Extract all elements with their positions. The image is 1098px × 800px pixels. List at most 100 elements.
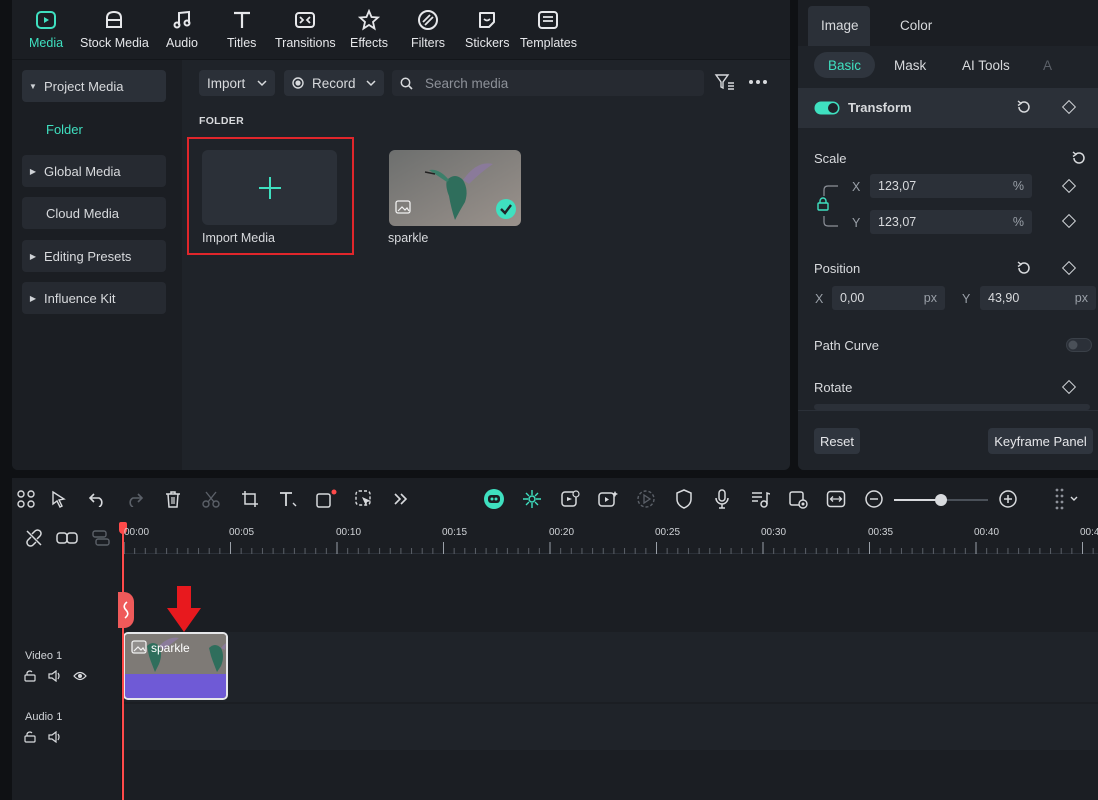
scale-x-field[interactable]: 123,07 % [870,174,1032,198]
path-curve-toggle[interactable] [1066,338,1092,352]
search-input[interactable]: Search media [392,70,704,96]
link-clips-icon[interactable] [56,530,78,546]
scale-y-field[interactable]: 123,07 % [870,210,1032,234]
text-t-icon [230,8,254,32]
position-y-field[interactable]: 43,90 px [980,286,1096,310]
top-toolbar: Media Stock Media Audio Titles Transitio… [12,0,790,60]
transform-label: Transform [848,100,912,115]
ai-copilot-icon[interactable] [482,488,506,510]
video-track-label: Video 1 [25,650,63,662]
ruler-label: 00:4 [1080,527,1098,538]
track-manager-icon[interactable] [92,529,110,547]
lock-ratio-icon[interactable] [817,197,829,211]
sidebar-item-cloud-media[interactable]: Cloud Media [22,197,166,229]
search-icon [400,77,413,90]
ruler-label: 00:25 [655,527,681,538]
zoom-out-icon[interactable] [863,488,885,510]
microphone-icon[interactable] [711,488,733,510]
delete-icon[interactable] [162,488,184,510]
track-volume-icon[interactable] [48,731,62,743]
subtab-overflow[interactable]: A [1043,52,1052,78]
fit-width-icon[interactable] [825,488,847,510]
tab-audio[interactable]: Audio [166,8,198,56]
effects-icon [357,8,381,32]
tab-stock-media[interactable]: Stock Media [80,8,149,56]
scale-x-axis: X [852,180,861,194]
snapshot-icon[interactable] [787,488,809,510]
clip-audio-bar [125,674,226,698]
record-dropdown[interactable]: Record [284,70,384,96]
caret-down-icon: ▼ [29,81,37,91]
filter-sort-icon[interactable] [714,72,736,92]
keyframe-diamond-icon[interactable] [1061,213,1077,229]
ruler-label: 00:30 [761,527,787,538]
templates-icon [536,8,560,32]
unlink-icon[interactable] [24,528,44,548]
import-dropdown[interactable]: Import [199,70,275,96]
sparkle-thumbnail[interactable] [389,150,521,226]
play-disabled-icon[interactable] [635,488,657,510]
more-options-icon[interactable] [748,79,768,85]
reset-icon[interactable] [1016,260,1032,276]
sidebar-item-folder[interactable]: Folder [46,122,83,137]
sidebar-item-global-media[interactable]: ▶ Global Media [22,155,166,187]
ai-edit-icon[interactable] [353,488,375,510]
more-tools-chevron-icon[interactable] [390,488,412,510]
tab-effects[interactable]: Effects [350,8,388,56]
smart-cutout-icon[interactable] [521,488,543,510]
sidebar-item-influence-kit[interactable]: ▶ Influence Kit [22,282,166,314]
text-tool-icon[interactable] [277,488,299,510]
transform-section-header [798,88,1098,128]
subtab-mask[interactable]: Mask [894,52,926,78]
track-volume-icon[interactable] [48,670,62,682]
reset-button[interactable]: Reset [814,428,860,454]
scale-label: Scale [814,151,847,166]
auto-reframe-icon[interactable] [559,488,581,510]
position-x-field[interactable]: 0,00 px [832,286,945,310]
tab-templates[interactable]: Templates [520,8,577,56]
redo-icon[interactable] [124,488,146,510]
sparkle-clip[interactable]: sparkle [123,632,228,700]
keyframe-diamond-icon[interactable] [1061,260,1077,276]
subtab-ai-tools[interactable]: AI Tools [962,52,1010,78]
zoom-in-icon[interactable] [997,488,1019,510]
tab-media[interactable]: Media [29,8,63,56]
reset-icon[interactable] [1071,150,1087,166]
sidebar-item-editing-presets[interactable]: ▶ Editing Presets [22,240,166,272]
audio-mixer-icon[interactable] [749,488,771,510]
crop-icon[interactable] [239,488,261,510]
tab-titles[interactable]: Titles [227,8,256,56]
track-visibility-icon[interactable] [73,671,87,681]
timeline: Video 1 Audio 1 sparkle [12,522,1098,800]
keyframe-diamond-icon[interactable] [1061,178,1077,194]
subtab-basic[interactable]: Basic [814,52,876,78]
tab-transitions[interactable]: Transitions [275,8,336,56]
video-effects-icon[interactable] [597,488,619,510]
select-pointer-icon[interactable] [48,488,70,510]
shield-icon[interactable] [673,488,695,510]
undo-icon[interactable] [86,488,108,510]
import-media-tile[interactable] [202,150,337,225]
zoom-slider-thumb[interactable] [935,494,947,506]
tab-filters[interactable]: Filters [411,8,445,56]
tab-image[interactable]: Image [821,18,859,33]
tab-color[interactable]: Color [900,18,932,33]
shape-record-icon[interactable] [315,488,337,510]
layout-grid-icon[interactable] [15,488,37,510]
plus-icon [257,175,283,201]
reset-icon[interactable] [1016,99,1032,115]
red-arrow-annotation [166,586,202,632]
track-lock-icon[interactable] [24,670,36,682]
tab-stickers[interactable]: Stickers [465,8,509,56]
keyframe-diamond-icon[interactable] [1061,379,1077,395]
zoom-slider-track[interactable] [894,494,988,506]
scissors-icon[interactable] [200,488,222,510]
playhead-split-marker[interactable] [118,592,134,628]
timeline-view-menu-icon[interactable] [1052,488,1082,510]
transform-toggle[interactable] [814,101,840,115]
track-lock-icon[interactable] [24,731,36,743]
keyframe-panel-button[interactable]: Keyframe Panel [988,428,1093,454]
sidebar-item-project-media[interactable]: ▼ Project Media [22,70,166,102]
playhead-line[interactable] [122,522,124,800]
sparkle-media-label: sparkle [388,231,429,245]
